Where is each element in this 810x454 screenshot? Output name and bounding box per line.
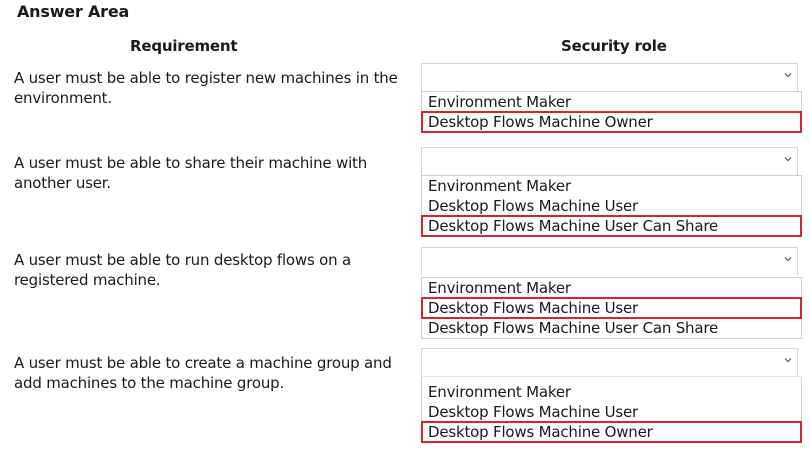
security-role-dropdown[interactable] [421, 147, 798, 175]
role-option-selected[interactable]: Desktop Flows Machine Owner [421, 421, 802, 443]
role-options-list: Environment Maker Desktop Flows Machine … [421, 277, 802, 339]
chevron-down-icon [784, 358, 792, 363]
role-option[interactable]: Environment Maker [422, 92, 801, 112]
requirement-header: Requirement [130, 37, 238, 55]
chevron-down-icon [784, 157, 792, 162]
role-option-selected[interactable]: Desktop Flows Machine User Can Share [421, 215, 802, 237]
requirement-text: A user must be able to run desktop flows… [14, 251, 351, 289]
role-option[interactable]: Environment Maker [422, 278, 801, 298]
role-option[interactable]: Environment Maker [422, 176, 801, 196]
role-option[interactable]: Environment Maker [422, 382, 801, 402]
security-role-dropdown[interactable] [421, 348, 798, 376]
requirement-text: A user must be able to share their machi… [14, 154, 368, 192]
chevron-down-icon [784, 257, 792, 262]
chevron-down-icon [784, 73, 792, 78]
role-option[interactable]: Desktop Flows Machine User Can Share [422, 318, 801, 338]
role-option[interactable]: Desktop Flows Machine User [422, 196, 801, 216]
role-option-selected[interactable]: Desktop Flows Machine User [421, 297, 802, 319]
answer-area-title: Answer Area [17, 2, 130, 21]
role-options-list: Environment Maker Desktop Flows Machine … [421, 175, 802, 237]
role-options-list: Environment Maker Desktop Flows Machine … [421, 376, 802, 443]
role-options-list: Environment Maker Desktop Flows Machine … [421, 91, 802, 133]
security-role-header: Security role [561, 37, 667, 55]
security-role-dropdown[interactable] [421, 63, 798, 91]
security-role-dropdown[interactable] [421, 247, 798, 275]
requirement-text: A user must be able to create a machine … [14, 354, 392, 392]
role-option[interactable]: Desktop Flows Machine User [422, 402, 801, 422]
requirement-text: A user must be able to register new mach… [14, 69, 398, 107]
role-option-selected[interactable]: Desktop Flows Machine Owner [421, 111, 802, 133]
